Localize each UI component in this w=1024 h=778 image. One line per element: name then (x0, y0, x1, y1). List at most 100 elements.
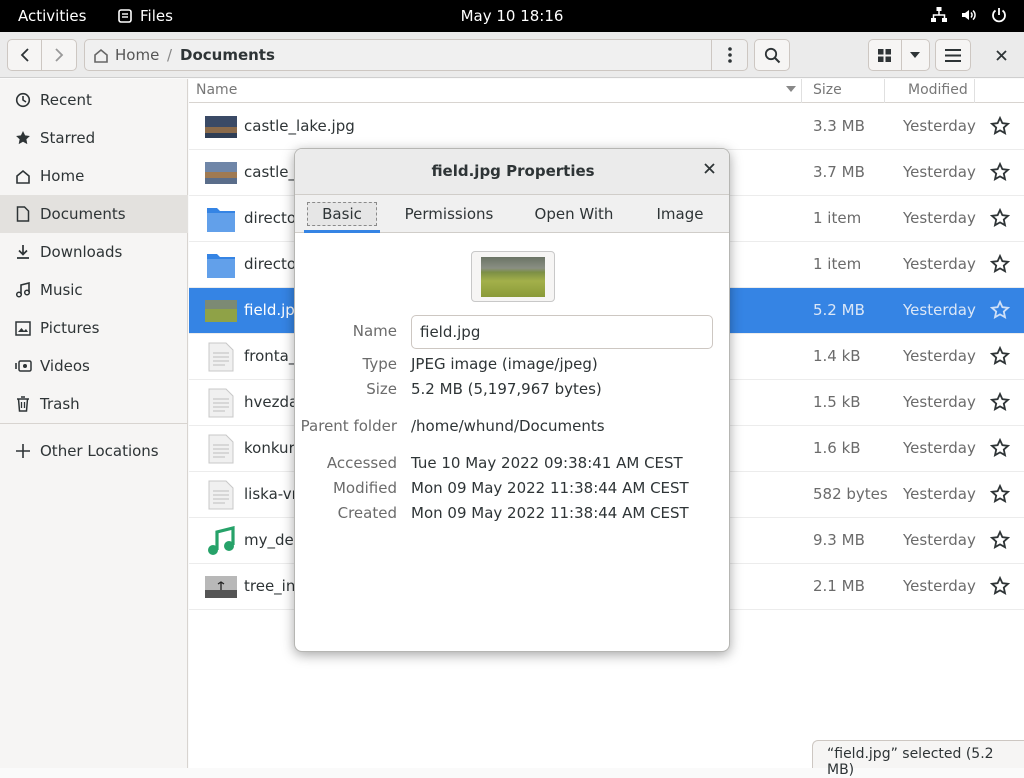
accessed-value: Tue 10 May 2022 09:38:41 AM CEST (411, 454, 683, 472)
back-icon (20, 48, 29, 62)
type-label: Type (362, 355, 397, 373)
file-modified: Yesterday (903, 117, 976, 135)
sidebar-item-starred[interactable]: Starred (0, 119, 188, 157)
star-icon (16, 131, 30, 145)
sidebar-item-videos[interactable]: Videos (0, 347, 188, 385)
sidebar-item-trash[interactable]: Trash (0, 385, 188, 423)
file-size: 1 item (813, 209, 862, 227)
column-modified[interactable]: Modified (908, 82, 968, 98)
name-label: Name (352, 322, 397, 340)
parent-folder-value[interactable]: /home/whund/Documents (411, 417, 605, 435)
file-size: 1.4 kB (813, 347, 861, 365)
created-label: Created (337, 504, 397, 522)
path-bar: Home / Documents (84, 39, 748, 71)
tab-open-with[interactable]: Open With (527, 195, 621, 233)
preview-image (481, 256, 545, 297)
file-size: 3.7 MB (813, 163, 865, 181)
vertical-dots-icon (727, 47, 732, 63)
star-outline-icon[interactable] (990, 116, 1010, 136)
dialog-close-icon[interactable] (704, 163, 715, 174)
star-outline-icon[interactable] (990, 300, 1010, 320)
sidebar-item-label: Documents (40, 205, 126, 223)
text-file-icon (208, 342, 234, 372)
sidebar-item-pictures[interactable]: Pictures (0, 309, 188, 347)
name-field-value: field.jpg (420, 323, 481, 341)
image-thumbnail-icon (205, 576, 237, 598)
download-icon (17, 245, 29, 259)
app-menu[interactable]: Files (118, 7, 173, 25)
file-size: 1.5 kB (813, 393, 861, 411)
music-icon (15, 282, 31, 298)
star-outline-icon[interactable] (990, 438, 1010, 458)
star-outline-icon[interactable] (990, 392, 1010, 412)
activities-button[interactable]: Activities (18, 7, 86, 25)
sidebar-item-recent[interactable]: Recent (0, 81, 188, 119)
sidebar-item-music[interactable]: Music (0, 271, 188, 309)
main-menu-button[interactable] (935, 39, 971, 71)
file-modified: Yesterday (903, 347, 976, 365)
text-file-icon (208, 434, 234, 464)
tab-permissions[interactable]: Permissions (399, 195, 499, 233)
music-file-icon (208, 526, 235, 555)
size-label: Size (366, 380, 397, 398)
file-modified: Yesterday (903, 531, 976, 549)
grid-view-button[interactable] (869, 40, 902, 70)
star-outline-icon[interactable] (990, 530, 1010, 550)
star-outline-icon[interactable] (990, 576, 1010, 596)
network-icon[interactable] (930, 6, 948, 24)
name-field[interactable]: field.jpg (411, 315, 713, 349)
dialog-title: field.jpg Properties (295, 149, 729, 195)
image-thumbnail-icon (205, 162, 237, 184)
plus-icon (16, 444, 30, 458)
parent-folder-label: Parent folder (300, 417, 397, 435)
view-options-button[interactable] (902, 40, 929, 70)
star-outline-icon[interactable] (990, 162, 1010, 182)
breadcrumb-home-label: Home (115, 46, 160, 64)
file-size: 3.3 MB (813, 117, 865, 135)
star-outline-icon[interactable] (990, 484, 1010, 504)
file-size: 582 bytes (813, 485, 888, 503)
breadcrumb-home[interactable]: Home (93, 46, 159, 64)
document-icon (16, 206, 30, 222)
file-modified: Yesterday (903, 393, 976, 411)
sidebar-item-home[interactable]: Home (0, 157, 188, 195)
window-close-button[interactable] (988, 47, 1014, 63)
top-bar: Activities Files May 10 18:16 (0, 0, 1024, 32)
clock[interactable]: May 10 18:16 (461, 7, 564, 25)
forward-button[interactable] (42, 40, 76, 70)
path-menu-button[interactable] (711, 40, 747, 70)
column-size[interactable]: Size (813, 82, 842, 98)
search-icon (764, 47, 780, 63)
power-icon[interactable] (990, 6, 1008, 24)
file-size: 9.3 MB (813, 531, 865, 549)
star-outline-icon[interactable] (990, 346, 1010, 366)
tab-label: Image (656, 205, 704, 223)
file-row[interactable]: castle_lake.jpg 3.3 MB Yesterday (189, 104, 1024, 150)
file-size: 5.2 MB (813, 301, 865, 319)
file-preview[interactable] (471, 251, 555, 302)
volume-icon[interactable] (960, 6, 978, 24)
sidebar-item-documents[interactable]: Documents (0, 195, 188, 233)
header-bar: Home / Documents (0, 32, 1024, 78)
sidebar-item-downloads[interactable]: Downloads (0, 233, 188, 271)
back-button[interactable] (8, 40, 43, 70)
tab-basic[interactable]: Basic (304, 195, 380, 233)
system-tray[interactable] (930, 6, 1008, 24)
type-value: JPEG image (image/jpeg) (411, 355, 598, 373)
image-thumbnail-icon (205, 300, 237, 322)
sidebar-item-other-locations[interactable]: Other Locations (0, 432, 188, 470)
breadcrumb-current[interactable]: Documents (180, 46, 275, 64)
star-outline-icon[interactable] (990, 254, 1010, 274)
star-outline-icon[interactable] (990, 208, 1010, 228)
file-size: 1 item (813, 255, 862, 273)
sort-descending-icon[interactable] (785, 85, 797, 93)
sidebar-item-label: Starred (40, 129, 96, 147)
dialog-tabs: Basic Permissions Open With Image (295, 195, 729, 233)
column-name[interactable]: Name (196, 82, 237, 98)
sidebar-item-label: Other Locations (40, 442, 159, 460)
tab-image[interactable]: Image (647, 195, 713, 233)
text-file-icon (208, 388, 234, 418)
search-button[interactable] (754, 39, 790, 71)
file-modified: Yesterday (903, 209, 976, 227)
sidebar-item-label: Videos (40, 357, 90, 375)
